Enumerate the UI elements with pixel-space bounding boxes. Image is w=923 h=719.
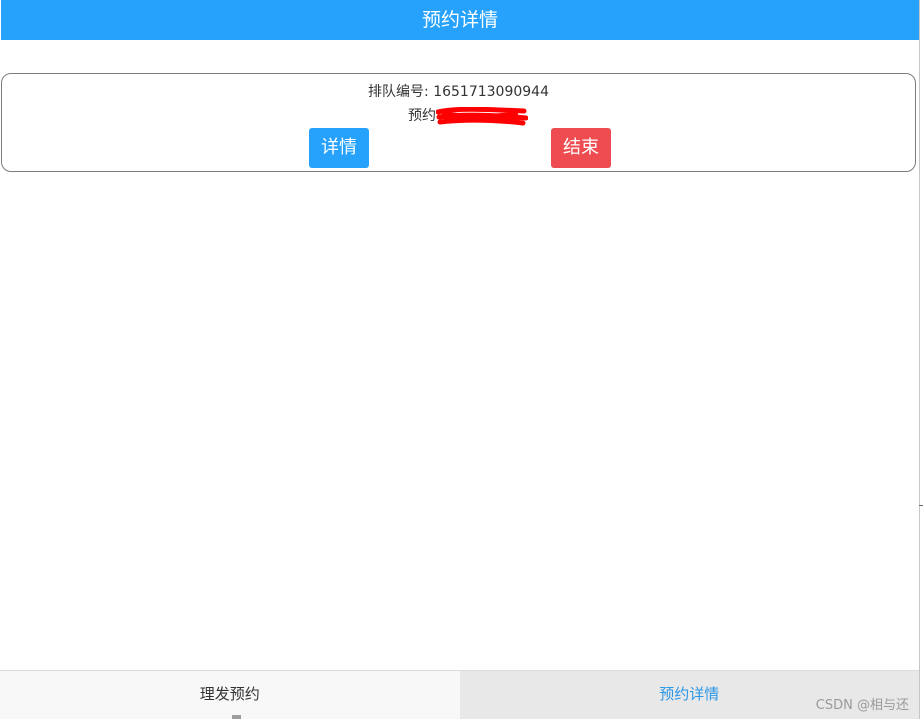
detail-button-label: 详情 — [321, 137, 357, 158]
appointment-label: 预约 — [408, 108, 436, 124]
watermark-text: CSDN @相与还 — [815, 698, 909, 713]
queue-number-line: 排队编号: 1651713090944 — [2, 82, 915, 102]
window-edge-tick — [919, 505, 923, 506]
appointment-line: 预约 — [408, 106, 436, 126]
appointment-card: 排队编号: 1651713090944 预约 详情 结束 — [1, 73, 916, 172]
tab-appointment-details-label: 预约详情 — [659, 685, 720, 703]
end-button-label: 结束 — [563, 137, 599, 158]
tab-haircut-booking-label: 理发预约 — [199, 685, 260, 703]
queue-number-label: 排队编号: — [368, 84, 434, 100]
window-edge — [919, 0, 923, 719]
bottom-tab-bar: 理发预约 预约详情 — [0, 670, 919, 719]
detail-button[interactable]: 详情 — [309, 128, 369, 168]
tab-haircut-booking[interactable]: 理发预约 — [0, 671, 460, 719]
redaction-scribble — [436, 107, 528, 126]
app-page: 预约详情 排队编号: 1651713090944 预约 详情 结束 理发预约 预… — [0, 0, 923, 719]
queue-number-value: 1651713090944 — [433, 84, 549, 100]
page-title: 预约详情 — [421, 9, 498, 31]
tab-indicator-marker — [232, 715, 241, 719]
page-header: 预约详情 — [1, 0, 919, 40]
end-button[interactable]: 结束 — [551, 128, 611, 168]
